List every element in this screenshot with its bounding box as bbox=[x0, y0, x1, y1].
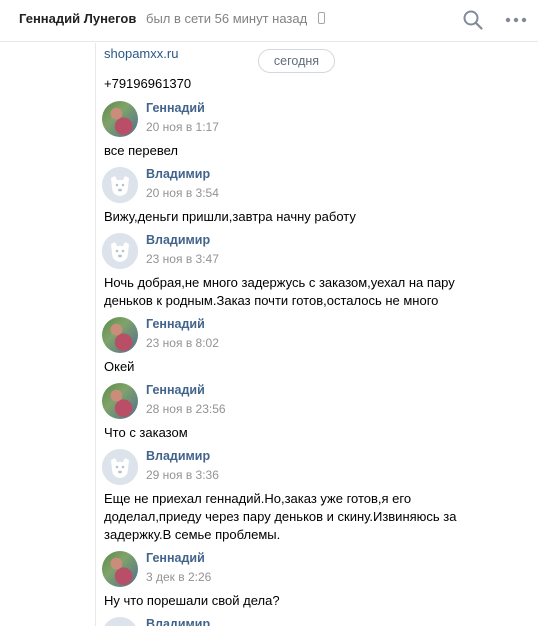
dog-avatar-icon bbox=[102, 233, 138, 269]
avatar[interactable] bbox=[102, 383, 138, 419]
message-author[interactable]: Геннадий bbox=[146, 317, 205, 331]
message-text-line: Ну что порешали свой дела? bbox=[104, 593, 280, 608]
online-status: был в сети 56 минут назад bbox=[146, 11, 308, 26]
avatar[interactable] bbox=[102, 551, 138, 587]
message-author[interactable]: Владимир bbox=[146, 167, 210, 181]
message-text-line: Ночь добрая,не много задержусь с заказом… bbox=[104, 275, 455, 290]
message-text: Ночь добрая,не много задержусь с заказом… bbox=[104, 274, 504, 310]
day-separator[interactable]: сегодня bbox=[258, 49, 335, 73]
dog-avatar-icon bbox=[102, 617, 138, 626]
message-author[interactable]: Владимир bbox=[146, 449, 210, 463]
message-date[interactable]: 29 ноя в 3:36 bbox=[146, 468, 219, 482]
message-date[interactable]: 23 ноя в 8:02 bbox=[146, 336, 219, 350]
message-text-line: Еще не приехал геннадий.Но,заказ уже гот… bbox=[104, 491, 412, 506]
message-text-line: Что с заказом bbox=[104, 425, 188, 440]
message-text-line: Окей bbox=[104, 359, 135, 374]
message-author[interactable]: Геннадий bbox=[146, 383, 205, 397]
message-date[interactable]: 20 ноя в 3:54 bbox=[146, 186, 219, 200]
avatar[interactable] bbox=[102, 233, 138, 269]
avatar[interactable] bbox=[102, 617, 138, 626]
history-divider-line bbox=[95, 43, 96, 626]
message-text: Еще не приехал геннадий.Но,заказ уже гот… bbox=[104, 490, 504, 544]
message-author[interactable]: Геннадий bbox=[146, 551, 205, 565]
avatar[interactable] bbox=[102, 167, 138, 203]
more-dots-icon[interactable] bbox=[504, 9, 528, 31]
message-text: Ну что порешали свой дела? bbox=[104, 592, 504, 610]
dog-avatar-icon bbox=[102, 449, 138, 485]
contact-name[interactable]: Геннадий Лунегов bbox=[19, 11, 136, 26]
search-icon[interactable] bbox=[462, 9, 484, 31]
phone-number-text: +79196961370 bbox=[104, 76, 192, 91]
message-text-line: доделал,приеду через пару деньков и скин… bbox=[104, 509, 457, 524]
message-author[interactable]: Владимир bbox=[146, 617, 210, 626]
message-date[interactable]: 20 ноя в 1:17 bbox=[146, 120, 219, 134]
message-text-line: задержку.В семье проблемы. bbox=[104, 527, 281, 542]
message-text: Что с заказом bbox=[104, 424, 504, 442]
message-text: Вижу,деньги пришли,завтра начну работу bbox=[104, 208, 504, 226]
message-author[interactable]: Геннадий bbox=[146, 101, 205, 115]
message-text-line: деньков к родным.Заказ почти готов,остал… bbox=[104, 293, 439, 308]
mobile-phone-icon bbox=[318, 12, 325, 24]
message-text: Окей bbox=[104, 358, 504, 376]
avatar[interactable] bbox=[102, 317, 138, 353]
avatar[interactable] bbox=[102, 101, 138, 137]
chat-header: Геннадий Лунегов был в сети 56 минут наз… bbox=[0, 0, 538, 42]
dog-avatar-icon bbox=[102, 167, 138, 203]
shop-link[interactable]: shopamxx.ru bbox=[104, 46, 178, 61]
message-date[interactable]: 28 ноя в 23:56 bbox=[146, 402, 226, 416]
message-text: все перевел bbox=[104, 142, 504, 160]
message-author[interactable]: Владимир bbox=[146, 233, 210, 247]
message-date[interactable]: 3 дек в 2:26 bbox=[146, 570, 211, 584]
message-text-line: все перевел bbox=[104, 143, 178, 158]
avatar[interactable] bbox=[102, 449, 138, 485]
message-text-line: Вижу,деньги пришли,завтра начну работу bbox=[104, 209, 356, 224]
message-date[interactable]: 23 ноя в 3:47 bbox=[146, 252, 219, 266]
